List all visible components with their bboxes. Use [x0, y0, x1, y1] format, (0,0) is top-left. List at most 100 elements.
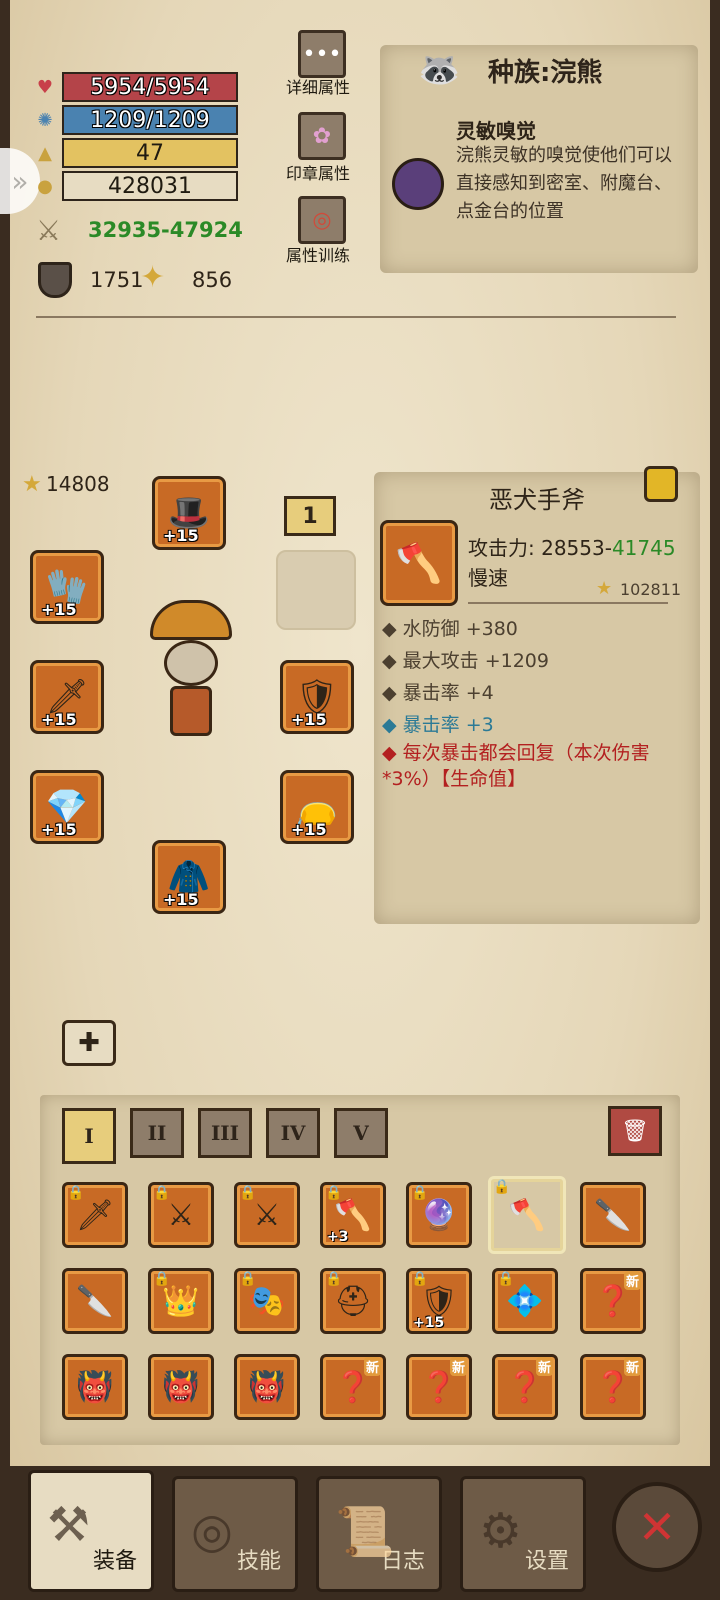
training-button[interactable]: ◎: [298, 196, 346, 244]
item-bonus-stat: ◆ 暴击率 +3: [382, 714, 494, 736]
inventory-slot[interactable]: 🔒 ⚔: [148, 1182, 214, 1248]
lock-icon: 🔒: [325, 1185, 343, 1201]
inventory-slot[interactable]: 🔪: [62, 1268, 128, 1334]
nav-equip-label: 装备: [92, 1549, 137, 1574]
crystal-sword-icon: 🔮: [420, 1197, 458, 1233]
inventory-slot[interactable]: 🔒 🛡 +15: [406, 1268, 472, 1334]
inventory-tab-2[interactable]: II: [130, 1108, 184, 1158]
axe-icon: 🪓: [395, 540, 443, 585]
item-stat-text: 最大攻击 +1209: [402, 650, 549, 672]
inventory-slot[interactable]: 🔒 🗡: [62, 1182, 128, 1248]
inventory-slot[interactable]: 新 ❓: [492, 1354, 558, 1420]
mana-icon: ✺: [37, 109, 53, 131]
inventory-slot[interactable]: 🔒 👑: [148, 1268, 214, 1334]
item-attack: 攻击力: 28553-41745: [468, 532, 676, 561]
nav-log[interactable]: 📜 日志: [316, 1476, 442, 1592]
mask-helmet-icon: 🎭: [248, 1283, 286, 1319]
section-divider: [36, 316, 676, 318]
inventory-slot[interactable]: 🔒 🔮: [406, 1182, 472, 1248]
inventory-tab-4[interactable]: IV: [266, 1108, 320, 1158]
nav-equip[interactable]: ⚒ 装备: [28, 1470, 154, 1592]
lock-icon: 🔒: [325, 1271, 343, 1287]
inventory-slot[interactable]: 🔒 🪓 +3: [320, 1182, 386, 1248]
gold-bar: 428031: [62, 171, 238, 201]
inventory-slot[interactable]: 👹: [148, 1354, 214, 1420]
lock-icon: 🔒: [497, 1271, 515, 1287]
belt-slot[interactable]: 👝 +15: [280, 770, 354, 844]
inventory-slot[interactable]: 🔒 ⛑: [320, 1268, 386, 1334]
nav-settings[interactable]: ⚙ 设置: [460, 1476, 586, 1592]
item-level: +3: [327, 1229, 349, 1245]
gear-icon: ⚙: [479, 1503, 523, 1559]
plus-icon: ✚: [78, 1028, 100, 1058]
item-attack-label: 攻击力: 28553-: [468, 536, 612, 560]
ability-title: 灵敏嗅觉: [456, 119, 536, 143]
weapon-slot[interactable]: 🗡 +15: [30, 660, 104, 734]
item-speed: 慢速: [468, 566, 508, 590]
hp-bar: 5954/5954: [62, 72, 238, 102]
inventory-slot-selected[interactable]: 🔒 🪓: [488, 1176, 566, 1254]
lock-icon: 🔒: [153, 1185, 171, 1201]
inventory-slot[interactable]: 新 ❓: [580, 1354, 646, 1420]
inventory-slot[interactable]: 新 ❓: [580, 1268, 646, 1334]
inventory-tab-3[interactable]: III: [198, 1108, 252, 1158]
armor-slot[interactable]: 🧥 +15: [152, 840, 226, 914]
seal-stats-button[interactable]: ✿: [298, 112, 346, 160]
item-bonus-text: 暴击率 +3: [402, 714, 494, 736]
item-stat-line: ◆ 暴击率 +4: [382, 682, 494, 704]
gloves-slot[interactable]: 🧤 +15: [30, 550, 104, 624]
trash-button[interactable]: 🗑: [608, 1106, 662, 1156]
equip-icon: ⚒: [47, 1497, 91, 1553]
shield-icon: [38, 262, 72, 298]
inventory-tab-5[interactable]: V: [334, 1108, 388, 1158]
demon-helmet-icon: 👹: [248, 1369, 286, 1405]
nav-skills[interactable]: ◎ 技能: [172, 1476, 298, 1592]
detail-stats-button[interactable]: •••: [298, 30, 346, 78]
tab-label: I: [84, 1124, 94, 1148]
inventory-slot[interactable]: 🔒 💠: [492, 1268, 558, 1334]
race-title: 种族:浣熊: [488, 58, 603, 88]
lock-icon: 🔒: [67, 1185, 85, 1201]
level-value: 47: [136, 140, 164, 166]
seal-stats-label: 印章属性: [285, 164, 350, 183]
trash-icon: 🗑: [621, 1118, 649, 1144]
log-icon: 📜: [335, 1504, 395, 1560]
close-button[interactable]: ✕: [612, 1482, 702, 1572]
heart-icon: ♥: [36, 76, 54, 98]
ability-icon[interactable]: [392, 158, 444, 210]
star-icon: ★: [22, 472, 42, 497]
item-star-icon: ★: [596, 578, 613, 599]
inventory-tab-1[interactable]: I: [62, 1108, 116, 1164]
tiara-icon: 💠: [506, 1283, 544, 1319]
bracer-slot[interactable]: 💎 +15: [30, 770, 104, 844]
new-badge: 新: [535, 1357, 553, 1376]
new-badge: 新: [623, 1271, 641, 1290]
offhand-level: +15: [291, 710, 327, 729]
luck-icon: ✦: [140, 260, 166, 295]
ring-slot-empty[interactable]: [276, 550, 356, 630]
target-icon: ◎: [312, 207, 332, 233]
lock-icon[interactable]: [644, 466, 678, 502]
belt-level: +15: [291, 820, 327, 839]
new-badge: 新: [623, 1357, 641, 1376]
inventory-slot[interactable]: 🔪: [580, 1182, 646, 1248]
inventory-slot[interactable]: 🔒 🎭: [234, 1268, 300, 1334]
nav-skills-label: 技能: [236, 1549, 281, 1574]
hero-face: [164, 640, 218, 686]
equipment-power: 14808: [46, 472, 110, 496]
demon-helmet-icon: 👹: [162, 1369, 200, 1405]
inventory-slot[interactable]: 👹: [234, 1354, 300, 1420]
tab-label: III: [210, 1121, 240, 1145]
hat-slot[interactable]: 🎩 +15: [152, 476, 226, 550]
item-stat-line: ◆ 水防御 +380: [382, 618, 518, 640]
inventory-slot[interactable]: 👹: [62, 1354, 128, 1420]
inventory-slot[interactable]: 新 ❓: [406, 1354, 472, 1420]
inventory-slot[interactable]: 🔒 ⚔: [234, 1182, 300, 1248]
offhand-slot[interactable]: 🛡 +15: [280, 660, 354, 734]
add-button[interactable]: ✚: [62, 1020, 116, 1066]
item-stat-line: ◆ 最大攻击 +1209: [382, 650, 549, 672]
hp-value: 5954/5954: [90, 74, 210, 100]
inventory-slot[interactable]: 新 ❓: [320, 1354, 386, 1420]
set-badge[interactable]: 1: [284, 496, 336, 536]
item-thumbnail: 🪓: [380, 520, 458, 606]
